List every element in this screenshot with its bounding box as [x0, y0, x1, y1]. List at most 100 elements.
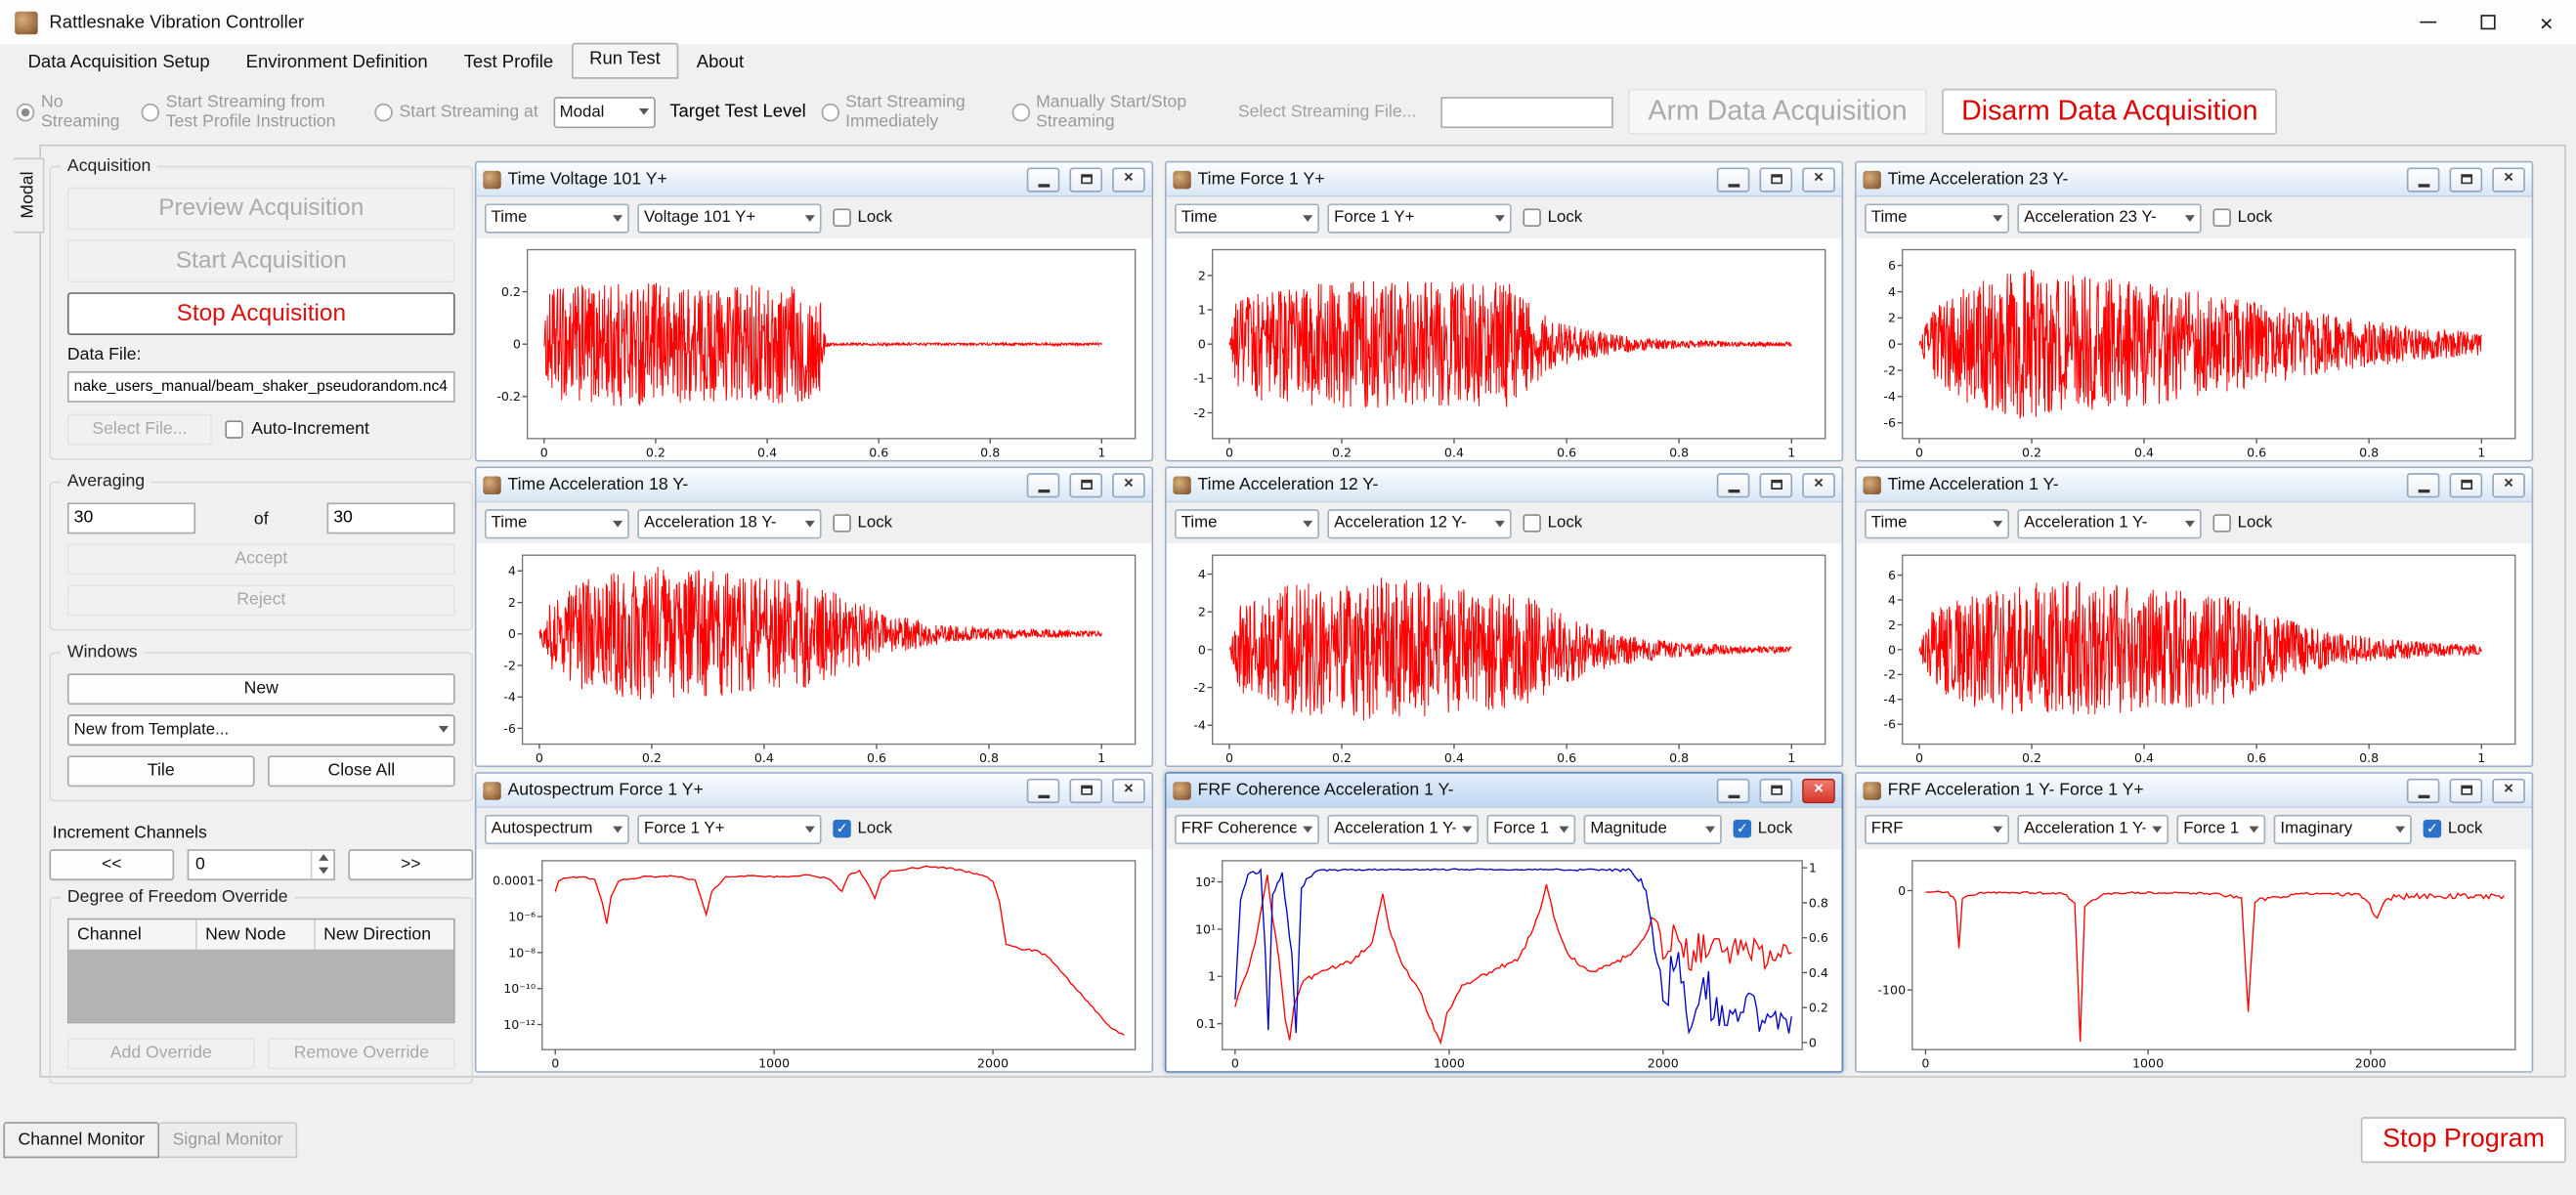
remove-override-button[interactable]: Remove Override	[268, 1038, 455, 1069]
select-streaming-file-button[interactable]: Select Streaming File...	[1228, 97, 1427, 126]
new-from-template-select[interactable]: New from Template...	[67, 713, 455, 745]
radio-start-streaming-at[interactable]: Start Streaming at	[374, 102, 537, 121]
lock-checkbox[interactable]: ✓Lock	[2424, 820, 2483, 837]
channel-select[interactable]: Voltage 101 Y+	[637, 203, 821, 233]
stop-program-button[interactable]: Stop Program	[2361, 1117, 2566, 1163]
component-select[interactable]: Magnitude	[1584, 814, 1722, 843]
preview-acquisition-button[interactable]: Preview Acquisition	[67, 188, 455, 231]
plot-window-titlebar[interactable]: Time Force 1 Y+×	[1167, 162, 1842, 196]
channel-select[interactable]: Acceleration 1 Y-	[2017, 814, 2168, 843]
channel-select[interactable]: Force 1 Y+	[1327, 203, 1511, 233]
plot-type-select[interactable]: Autospectrum	[485, 814, 629, 843]
tab-test-profile[interactable]: Test Profile	[446, 48, 571, 79]
arm-data-acquisition-button[interactable]: Arm Data Acquisition	[1628, 89, 1927, 135]
streaming-level-select[interactable]: Modal	[553, 96, 655, 127]
lock-checkbox[interactable]: Lock	[1523, 514, 1582, 532]
plot-window-titlebar[interactable]: Time Acceleration 1 Y-×	[1857, 468, 2532, 502]
data-file-input[interactable]	[67, 370, 455, 402]
close-button[interactable]: ×	[1112, 778, 1145, 802]
plot-window-titlebar[interactable]: Autospectrum Force 1 Y+×	[477, 774, 1152, 808]
plot-type-select[interactable]: Time	[1175, 508, 1319, 537]
maximize-button[interactable]	[2450, 167, 2483, 192]
select-file-button[interactable]: Select File...	[67, 413, 212, 445]
spinner-arrows[interactable]	[311, 850, 334, 878]
minimize-button[interactable]	[2407, 472, 2440, 496]
close-button[interactable]: ×	[2492, 167, 2525, 192]
new-window-button[interactable]: New	[67, 672, 455, 704]
plot-type-select[interactable]: Time	[485, 508, 629, 537]
maximize-button[interactable]	[1759, 778, 1792, 802]
minimize-button[interactable]	[1717, 778, 1750, 802]
disarm-data-acquisition-button[interactable]: Disarm Data Acquisition	[1942, 89, 2278, 135]
plot-type-select[interactable]: Time	[485, 203, 629, 233]
plot-window-titlebar[interactable]: Time Acceleration 18 Y-×	[477, 468, 1152, 502]
next-channel-button[interactable]: >>	[348, 848, 473, 879]
lock-checkbox[interactable]: ✓Lock	[1734, 820, 1793, 837]
radio-manually-start-stop-streaming[interactable]: Manually Start/Stop Streaming	[1011, 92, 1214, 132]
spinner-up-icon[interactable]	[318, 854, 327, 861]
close-button[interactable]: ×	[1802, 167, 1835, 192]
channel-select[interactable]: Force 1 Y+	[637, 814, 821, 843]
maximize-button[interactable]	[1069, 167, 1102, 192]
minimize-button[interactable]	[1027, 778, 1060, 802]
start-acquisition-button[interactable]: Start Acquisition	[67, 239, 455, 282]
minimize-button[interactable]	[2407, 778, 2440, 802]
tab-data-acquisition-setup[interactable]: Data Acquisition Setup	[10, 48, 228, 79]
minimize-button[interactable]	[1027, 472, 1060, 496]
tab-run-test[interactable]: Run Test	[572, 43, 679, 79]
plot-window-titlebar[interactable]: Time Acceleration 12 Y-×	[1167, 468, 1842, 502]
close-button[interactable]: ×	[2492, 472, 2525, 496]
stop-acquisition-button[interactable]: Stop Acquisition	[67, 292, 455, 335]
window-close-button[interactable]: ×	[2516, 0, 2576, 44]
minimize-button[interactable]	[2407, 167, 2440, 192]
reject-button[interactable]: Reject	[67, 584, 455, 616]
plot-type-select[interactable]: Time	[1865, 508, 2009, 537]
side-tab-modal[interactable]: Modal	[13, 157, 44, 233]
window-maximize-button[interactable]	[2458, 0, 2517, 44]
averages-current-input[interactable]	[67, 502, 195, 533]
maximize-button[interactable]	[2450, 472, 2483, 496]
maximize-button[interactable]	[1759, 167, 1792, 192]
channel-select[interactable]: Acceleration 18 Y-	[637, 508, 821, 537]
maximize-button[interactable]	[1069, 472, 1102, 496]
close-button[interactable]: ×	[1112, 472, 1145, 496]
close-button[interactable]: ×	[1112, 167, 1145, 192]
reference-channel-select[interactable]: Force 1 `	[2176, 814, 2265, 843]
auto-increment-checkbox[interactable]: Auto-Increment	[225, 419, 369, 439]
close-button[interactable]: ×	[1802, 778, 1835, 802]
tile-button[interactable]: Tile	[67, 754, 255, 786]
spinner-down-icon[interactable]	[318, 868, 327, 875]
minimize-button[interactable]	[1717, 472, 1750, 496]
window-titlebar[interactable]: Rattlesnake Vibration Controller ×	[0, 0, 2576, 44]
lock-checkbox[interactable]: Lock	[1523, 209, 1582, 227]
plot-type-select[interactable]: FRF Coherence	[1175, 814, 1319, 843]
plot-window-titlebar[interactable]: FRF Coherence Acceleration 1 Y-×	[1167, 774, 1842, 808]
close-button[interactable]: ×	[2492, 778, 2525, 802]
radio-start-streaming-immediately[interactable]: Start Streaming Immediately	[821, 92, 997, 132]
maximize-button[interactable]	[1759, 472, 1792, 496]
channel-select[interactable]: Acceleration 1 Y-	[2017, 508, 2201, 537]
add-override-button[interactable]: Add Override	[67, 1038, 255, 1069]
component-select[interactable]: Imaginary	[2274, 814, 2412, 843]
lock-checkbox[interactable]: Lock	[2212, 514, 2272, 532]
close-all-button[interactable]: Close All	[268, 754, 455, 786]
tab-environment-definition[interactable]: Environment Definition	[228, 48, 446, 79]
maximize-button[interactable]	[2450, 778, 2483, 802]
tab-about[interactable]: About	[678, 48, 761, 79]
minimize-button[interactable]	[1717, 167, 1750, 192]
radio-start-streaming-from-test-profile[interactable]: Start Streaming from Test Profile Instru…	[142, 92, 361, 132]
previous-channel-button[interactable]: <<	[49, 848, 174, 879]
increment-channel-spinner[interactable]: 0	[188, 848, 335, 879]
plot-window-titlebar[interactable]: Time Voltage 101 Y+×	[477, 162, 1152, 196]
plot-type-select[interactable]: Time	[1865, 203, 2009, 233]
accept-button[interactable]: Accept	[67, 543, 455, 575]
plot-window-titlebar[interactable]: Time Acceleration 23 Y-×	[1857, 162, 2532, 196]
tab-signal-monitor[interactable]: Signal Monitor	[159, 1122, 297, 1158]
streaming-file-input[interactable]	[1441, 96, 1614, 127]
averages-total-input[interactable]	[327, 502, 455, 533]
lock-checkbox[interactable]: Lock	[833, 514, 892, 532]
window-minimize-button[interactable]	[2398, 0, 2458, 44]
dof-override-table[interactable]: Channel New Node New Direction	[67, 918, 455, 1023]
tab-channel-monitor[interactable]: Channel Monitor	[3, 1122, 159, 1158]
radio-no-streaming[interactable]: No Streaming	[17, 92, 127, 132]
